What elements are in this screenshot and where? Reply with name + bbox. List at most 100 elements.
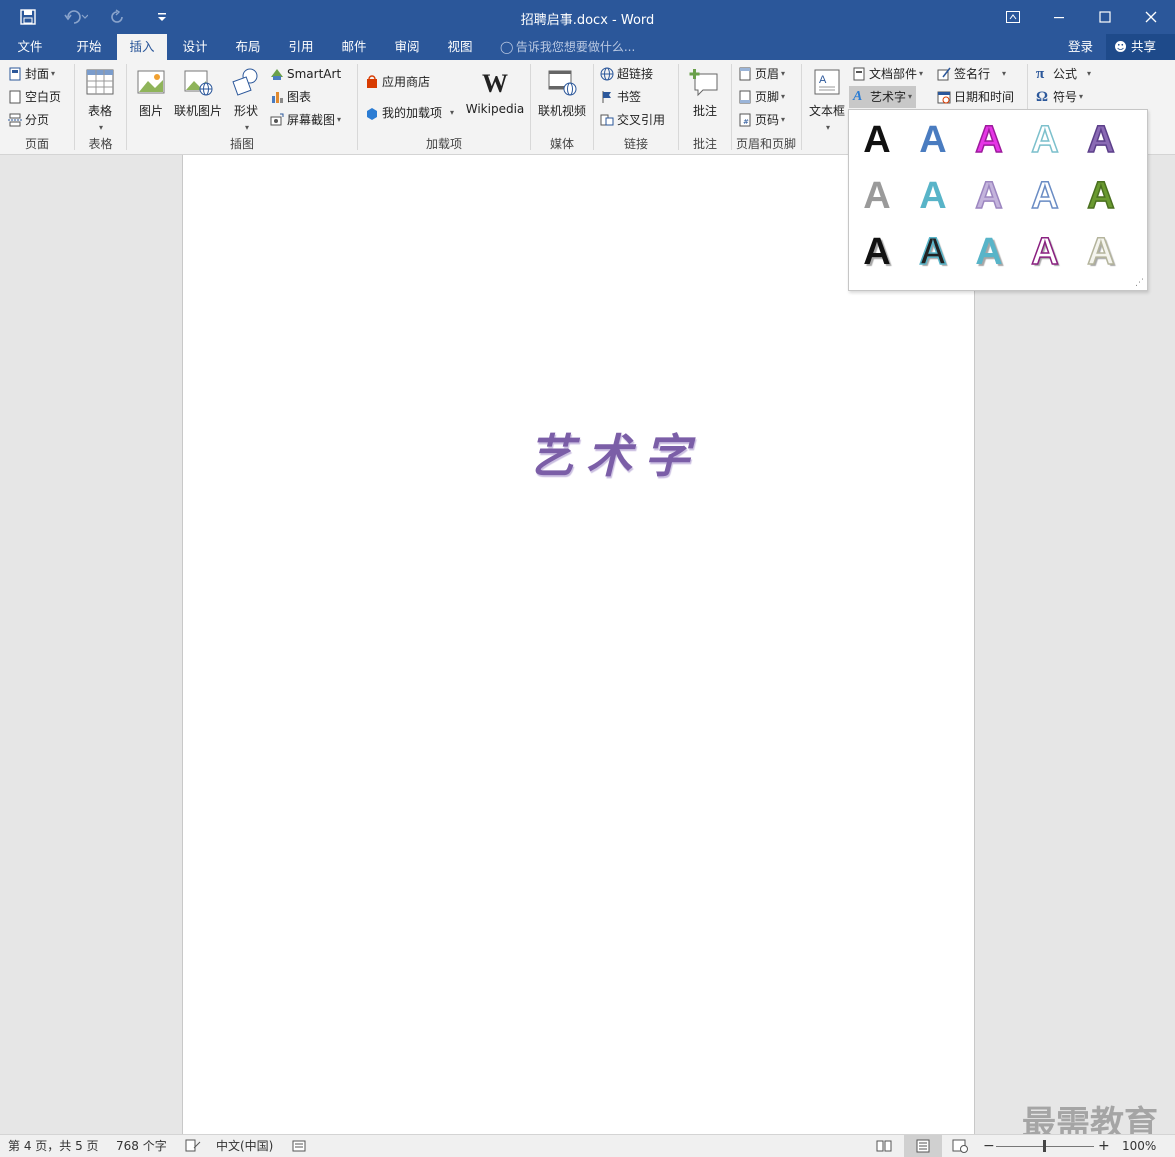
- group-separator: [801, 64, 802, 150]
- wordart-style-6[interactable]: A: [853, 172, 901, 220]
- tab-review[interactable]: 审阅: [382, 34, 432, 60]
- hyperlink-button[interactable]: 超链接: [600, 64, 653, 84]
- zoom-level[interactable]: 100%: [1122, 1135, 1156, 1157]
- new-comment-label: 批注: [692, 104, 717, 118]
- zoom-out-button[interactable]: −: [983, 1135, 995, 1157]
- blank-page-button[interactable]: 空白页: [8, 87, 61, 107]
- picture-label: 图片: [138, 104, 163, 118]
- omega-icon: Ω: [1036, 89, 1049, 105]
- online-picture-icon: [184, 70, 213, 96]
- group-label-comments: 批注: [692, 137, 717, 151]
- wordart-text[interactable]: 艺术字: [528, 420, 702, 486]
- wordart-style-1[interactable]: A: [853, 116, 901, 164]
- ribbon-display-options-button[interactable]: [990, 0, 1036, 34]
- svg-text:#: #: [743, 118, 749, 126]
- tab-design[interactable]: 设计: [170, 34, 220, 60]
- tab-home[interactable]: 开始: [64, 34, 114, 60]
- date-time-button[interactable]: 日期和时间: [937, 87, 1014, 107]
- tab-references[interactable]: 引用: [276, 34, 326, 60]
- screenshot-button[interactable]: 屏幕截图 ▾: [270, 110, 341, 130]
- cross-reference-button[interactable]: 交叉引用: [600, 110, 665, 130]
- store-button[interactable]: 应用商店: [365, 72, 430, 92]
- page-break-button[interactable]: 分页: [8, 110, 49, 130]
- quick-parts-button[interactable]: 文档部件 ▾: [852, 64, 923, 84]
- shapes-label: 形状: [233, 104, 258, 118]
- tab-view[interactable]: 视图: [435, 34, 485, 60]
- proofing-icon[interactable]: [185, 1135, 201, 1157]
- page-break-icon: [8, 113, 22, 127]
- table-label: 表格: [87, 104, 112, 118]
- page-break-label: 分页: [25, 113, 50, 127]
- symbol-button[interactable]: Ω 符号 ▾: [1036, 87, 1083, 107]
- wordart-style-2[interactable]: A: [909, 116, 957, 164]
- equation-button[interactable]: π 公式 ▾: [1036, 64, 1091, 84]
- symbol-label: 符号: [1053, 90, 1078, 104]
- tab-file[interactable]: 文件: [6, 34, 54, 60]
- bookmark-icon: [602, 91, 611, 103]
- wordart-style-5[interactable]: A: [1077, 116, 1125, 164]
- web-layout-icon[interactable]: [952, 1135, 972, 1157]
- my-addins-button[interactable]: 我的加载项 ▾: [365, 103, 454, 123]
- wordart-style-7[interactable]: A: [909, 172, 957, 220]
- cover-page-icon: [9, 67, 21, 81]
- online-video-icon: [548, 70, 577, 96]
- wordart-style-3[interactable]: A: [965, 116, 1013, 164]
- minimize-button[interactable]: [1036, 0, 1082, 34]
- share-button[interactable]: ☻ 共享: [1106, 34, 1175, 60]
- tab-mailings[interactable]: 邮件: [329, 34, 379, 60]
- zoom-slider[interactable]: [996, 1135, 1094, 1157]
- sign-in-link[interactable]: 登录: [1068, 34, 1093, 60]
- textbox-button[interactable]: A 文本框 ▾: [806, 66, 848, 133]
- new-comment-button[interactable]: 批注: [684, 66, 726, 119]
- shapes-button[interactable]: 形状 ▾: [226, 66, 266, 133]
- store-label: 应用商店: [382, 75, 431, 89]
- footer-button[interactable]: 页脚 ▾: [738, 87, 785, 107]
- tell-me-box[interactable]: ◯ 告诉我您想要做什么...: [500, 34, 635, 60]
- wordart-style-9[interactable]: A: [1021, 172, 1069, 220]
- resize-grip-icon[interactable]: ⋰: [1135, 278, 1144, 288]
- zoom-slider-thumb[interactable]: [1043, 1140, 1046, 1152]
- wikipedia-button[interactable]: W Wikipedia: [464, 66, 526, 116]
- online-picture-button[interactable]: 联机图片: [172, 66, 224, 119]
- page-count[interactable]: 第 4 页，共 5 页: [8, 1135, 99, 1157]
- tab-layout[interactable]: 布局: [223, 34, 273, 60]
- smartart-button[interactable]: SmartArt: [270, 64, 341, 84]
- cross-reference-icon: [600, 114, 614, 126]
- word-count[interactable]: 768 个字: [116, 1135, 167, 1157]
- wordart-style-11[interactable]: A: [853, 228, 901, 276]
- lightbulb-icon: ◯: [500, 40, 514, 54]
- read-mode-icon[interactable]: [876, 1135, 896, 1157]
- quick-parts-label: 文档部件: [869, 67, 918, 81]
- new-comment-icon: [689, 69, 718, 97]
- zoom-in-button[interactable]: +: [1098, 1135, 1110, 1157]
- wordart-style-12[interactable]: A: [909, 228, 957, 276]
- share-label: 共享: [1131, 39, 1157, 54]
- tab-insert[interactable]: 插入: [117, 34, 167, 60]
- online-video-button[interactable]: 联机视频: [534, 66, 590, 119]
- cover-page-button[interactable]: 封面 ▾: [8, 64, 55, 84]
- chart-button[interactable]: 图表: [270, 87, 311, 107]
- wordart-style-14[interactable]: A: [1021, 228, 1069, 276]
- wordart-style-15[interactable]: A: [1077, 228, 1125, 276]
- bookmark-button[interactable]: 书签: [600, 87, 641, 107]
- picture-icon: [137, 70, 165, 94]
- language-indicator[interactable]: 中文(中国): [216, 1135, 273, 1157]
- header-button[interactable]: 页眉 ▾: [738, 64, 785, 84]
- signature-line-button[interactable]: 签名行 ▾: [937, 64, 1006, 84]
- macro-record-icon[interactable]: [292, 1135, 306, 1157]
- signature-label: 签名行: [954, 67, 991, 81]
- page-number-button[interactable]: # 页码 ▾: [738, 110, 785, 130]
- document-page[interactable]: 艺术字: [182, 155, 975, 1134]
- wordart-button[interactable]: A 艺术字 ▾: [849, 86, 917, 108]
- group-label-tables: 表格: [88, 137, 113, 151]
- wordart-style-10[interactable]: A: [1077, 172, 1125, 220]
- calendar-icon: [937, 91, 951, 104]
- table-button[interactable]: 表格 ▾: [78, 66, 122, 133]
- picture-button[interactable]: 图片: [132, 66, 170, 119]
- print-layout-icon[interactable]: [904, 1135, 942, 1157]
- wordart-style-4[interactable]: A: [1021, 116, 1069, 164]
- wordart-style-13[interactable]: A: [965, 228, 1013, 276]
- maximize-button[interactable]: [1082, 0, 1128, 34]
- close-button[interactable]: [1128, 0, 1174, 34]
- wordart-style-8[interactable]: A: [965, 172, 1013, 220]
